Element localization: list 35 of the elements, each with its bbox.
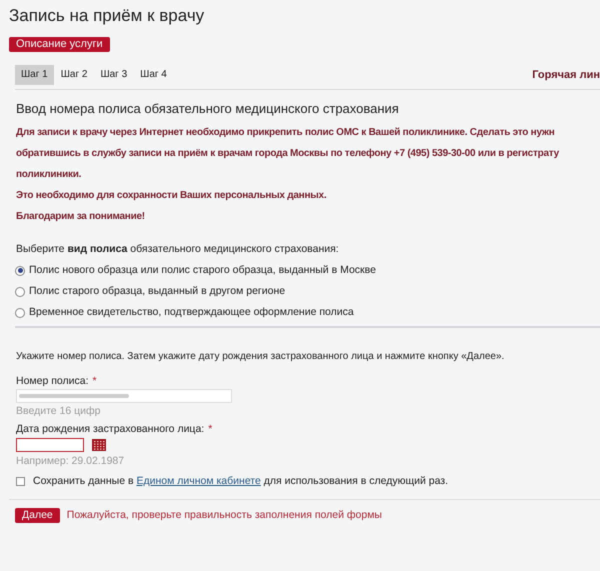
save-checkbox[interactable] xyxy=(16,477,25,486)
notice-text: Это необходимо для сохранности Ваших персональных данных. xyxy=(16,189,326,203)
section-heading: Ввод номера полиса обязательного медицинского страхования xyxy=(16,100,400,118)
notice-text: Благодарим за понимание! xyxy=(16,210,145,224)
instruction-text: Укажите номер полиса. Затем укажите дату рождения застрахованного лица и нажмите кнопку «Далее». xyxy=(16,350,504,364)
required-mark: * xyxy=(92,374,97,388)
next-button[interactable]: Далее xyxy=(15,508,60,524)
required-mark: * xyxy=(208,422,212,436)
policy-number-field[interactable] xyxy=(16,389,232,403)
radio-button[interactable] xyxy=(15,286,25,296)
save-option-text: Сохранить данные в Едином личном кабинете для использования в следующий раз. xyxy=(33,474,448,489)
notice-text: обратившись в службу записи на приём к врачам города Москвы по телефону +7 (495) 539-30-00 или в регистрату xyxy=(16,147,559,161)
birth-date-field[interactable] xyxy=(16,438,84,452)
service-description-button[interactable]: Описание услуги xyxy=(9,37,110,52)
step-tab[interactable]: Шаг 2 xyxy=(54,65,94,85)
radio-label: Полис старого образца, выданный в другом регионе xyxy=(29,284,286,299)
radio-label: Временное свидетельство, подтверждающее оформление полиса xyxy=(29,304,354,320)
error-message: Пожалуйста, проверьте правильность заполнения полей формы xyxy=(66,508,382,523)
radio-button[interactable] xyxy=(15,266,25,276)
step-tab[interactable]: Шаг 3 xyxy=(94,65,134,85)
notice-text: поликлиники. xyxy=(16,168,82,182)
field-label: Номер полиса: xyxy=(16,374,89,388)
personal-account-link[interactable]: Едином личном кабинете xyxy=(136,475,261,487)
hotline-label: Горячая лин xyxy=(532,68,600,83)
step-tab[interactable]: Шаг 4 xyxy=(134,65,173,85)
radio-button[interactable] xyxy=(15,308,25,318)
notice-text: Для записи к врачу через Интернет необходимо прикрепить полис ОМС к Вашей поликлинике. Сделать это нужн xyxy=(16,126,555,140)
field-hint: Введите 16 цифр xyxy=(16,404,100,419)
step-tab[interactable]: Шаг 1 xyxy=(15,65,54,85)
radio-label: Полис нового образца или полис старого образца, выданный в Москве xyxy=(29,262,376,278)
field-hint: Например: 29.02.1987 xyxy=(16,454,124,469)
field-label: Дата рождения застрахованного лица: xyxy=(16,422,204,436)
page-title: Запись на приём к врачу xyxy=(9,5,206,27)
calendar-icon[interactable] xyxy=(92,439,106,451)
policy-type-prompt: Выберите вид полиса обязательного медицинского страхования: xyxy=(16,242,340,257)
